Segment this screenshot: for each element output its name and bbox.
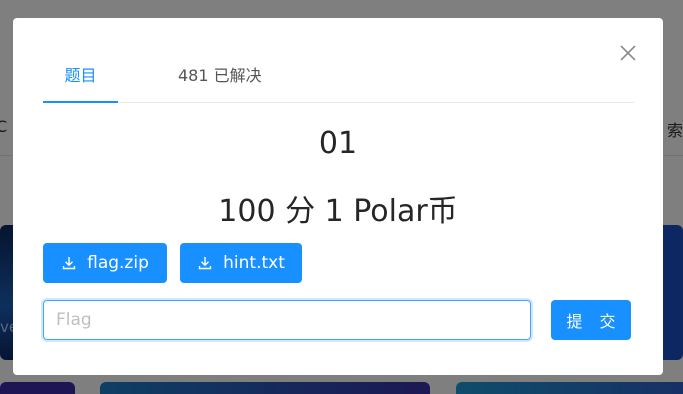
download-icon — [62, 257, 76, 270]
download-flag-zip-button[interactable]: flag.zip — [43, 243, 167, 283]
close-icon — [620, 45, 636, 61]
download-hint-txt-label: hint.txt — [223, 253, 285, 273]
flag-input[interactable] — [43, 300, 531, 340]
download-flag-zip-label: flag.zip — [87, 253, 149, 273]
submit-button[interactable]: 提 交 — [551, 300, 631, 340]
download-icon — [198, 257, 212, 270]
tab-solved-label: 481 已解决 — [178, 66, 262, 85]
tab-active-indicator — [43, 101, 118, 103]
download-hint-txt-button[interactable]: hint.txt — [180, 243, 302, 283]
problem-title: 01 — [318, 126, 358, 161]
tab-problem[interactable]: 题目 — [43, 62, 118, 103]
modal-tabs: 题目 481 已解决 — [43, 62, 634, 103]
close-button[interactable] — [617, 42, 639, 64]
tab-problem-label: 题目 — [64, 66, 97, 85]
challenge-modal: 题目 481 已解决 01 100 分 1 Polar币 flag.zip hi… — [13, 18, 663, 375]
tab-solved[interactable]: 481 已解决 — [178, 62, 262, 102]
problem-score: 100 分 1 Polar币 — [218, 194, 458, 229]
